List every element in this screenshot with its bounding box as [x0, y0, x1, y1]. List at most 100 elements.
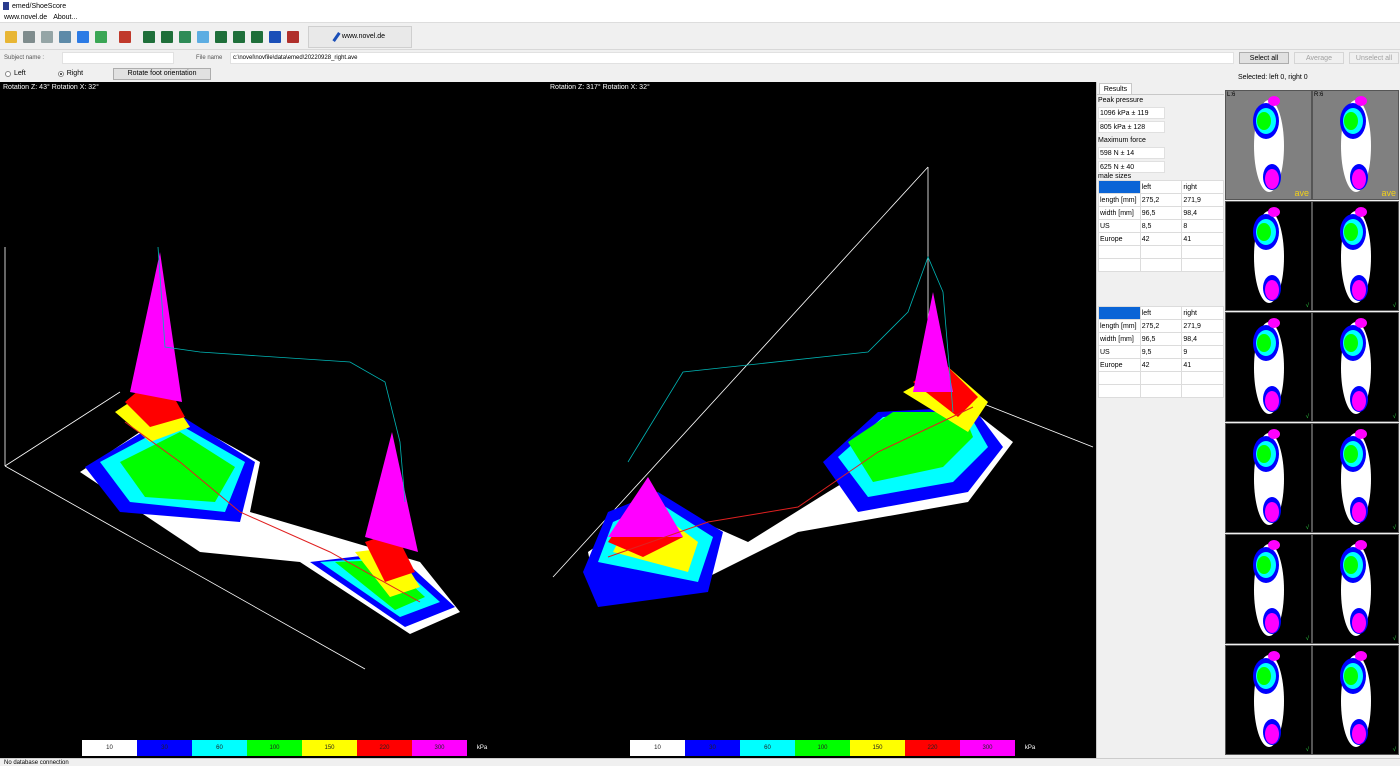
- select-all-button[interactable]: Select all: [1239, 52, 1289, 64]
- analysis-button-4[interactable]: [194, 27, 211, 47]
- status-bar: No database connection: [0, 758, 1400, 766]
- footprint-image: [1340, 96, 1371, 192]
- print-button[interactable]: [38, 27, 55, 47]
- rotate-foot-button[interactable]: Rotate foot orientation: [113, 67, 212, 80]
- legend-cell: 100: [795, 740, 850, 756]
- table-cell: 9,5: [1139, 345, 1183, 359]
- thumbnail-left-4[interactable]: √: [1225, 534, 1312, 644]
- plot-icon: [142, 30, 155, 43]
- thumbnail-right-3[interactable]: √: [1312, 423, 1399, 533]
- print-preview-icon: [58, 30, 71, 43]
- thumbnail-right-4[interactable]: √: [1312, 534, 1399, 644]
- table-cell: 41: [1181, 232, 1224, 246]
- table-cell: 98,4: [1181, 206, 1224, 220]
- analysis-button-2[interactable]: [158, 27, 175, 47]
- right-rotation-label: Rotation Z: 317° Rotation X: 32°: [550, 84, 650, 91]
- legend-cell: 300: [960, 740, 1015, 756]
- menu-item-novel[interactable]: www.novel.de: [4, 14, 47, 21]
- analysis-button-6[interactable]: [230, 27, 247, 47]
- table-cell: 275,2: [1139, 193, 1183, 207]
- table-cell: 98,4: [1181, 332, 1224, 346]
- thumbnail-average-right[interactable]: R:6 ave: [1312, 90, 1399, 200]
- menu-bar: www.novel.de About...: [0, 12, 1400, 23]
- printer-icon: [40, 30, 53, 43]
- 3d-icon: [118, 30, 131, 43]
- footprint-image: [1253, 207, 1284, 303]
- table-row: Europe 42 41: [1098, 358, 1224, 372]
- unselect-all-button[interactable]: Unselect all: [1349, 52, 1399, 64]
- table-row: [1098, 384, 1224, 398]
- legend-cell: 30: [685, 740, 740, 756]
- left-rotation-label: Rotation Z: 43° Rotation X: 32°: [3, 84, 99, 91]
- folder-icon: [4, 30, 17, 43]
- report-button[interactable]: [284, 27, 301, 47]
- view-3d-button[interactable]: [116, 27, 133, 47]
- analysis-button-1[interactable]: [140, 27, 157, 47]
- footprint-image: [1253, 96, 1284, 192]
- footprint-image: [1340, 651, 1371, 747]
- thumbnail-left-3[interactable]: √: [1225, 423, 1312, 533]
- foot-button[interactable]: [92, 27, 109, 47]
- menu-item-about[interactable]: About...: [53, 14, 77, 21]
- tab-results[interactable]: Results: [1099, 83, 1132, 94]
- thumbnail-average-left[interactable]: L:6 ave: [1225, 90, 1312, 200]
- thumbnail-grid: L:6 ave R:6 ave √ √ √ √ √ √ √ √ √ √: [1225, 82, 1400, 758]
- radio-indicator: [5, 70, 11, 77]
- table-cell: length [mm]: [1098, 319, 1141, 333]
- table-header-row: left right: [1098, 306, 1224, 320]
- file-name-field[interactable]: c:\novel\novfile\data\emed\20220928_righ…: [230, 52, 1234, 64]
- table-cell: 96,5: [1139, 206, 1183, 220]
- right-foot-pressure-surface: [583, 292, 1013, 607]
- legend-cell: 60: [740, 740, 795, 756]
- left-radio[interactable]: Left: [5, 70, 26, 77]
- shoe-button[interactable]: [266, 27, 283, 47]
- analysis-button-3[interactable]: [176, 27, 193, 47]
- peak-pressure-left: 1096 kPa ± 119: [1098, 107, 1165, 119]
- left-3d-view[interactable]: [0, 82, 548, 758]
- disk-icon: [22, 30, 35, 43]
- shoe-icon: [268, 30, 281, 43]
- left-foot-pressure-surface: [80, 252, 460, 634]
- thumbnail-left-2[interactable]: √: [1225, 312, 1312, 422]
- table-row: US 9,5 9: [1098, 345, 1224, 359]
- table-cell: 96,5: [1139, 332, 1183, 346]
- legend-cell: 10: [82, 740, 137, 756]
- website-button-label: www.novel.de: [341, 33, 386, 40]
- footprint-image: [1340, 207, 1371, 303]
- open-button[interactable]: [2, 27, 19, 47]
- table-header-cell: left: [1139, 180, 1183, 194]
- legend-cell: 10: [630, 740, 685, 756]
- website-button[interactable]: www.novel.de: [308, 25, 412, 48]
- table-cell: width [mm]: [1098, 206, 1141, 220]
- toolbar: www.novel.de: [0, 24, 1400, 50]
- print-preview-button[interactable]: [56, 27, 73, 47]
- average-button[interactable]: Average: [1294, 52, 1344, 64]
- legend-cell: 300: [412, 740, 467, 756]
- thumbnail-left-1[interactable]: √: [1225, 201, 1312, 311]
- legend-cell: 150: [850, 740, 905, 756]
- table-row: US 8,5 8: [1098, 219, 1224, 233]
- right-3d-view[interactable]: [548, 82, 1096, 758]
- foot-icon: [94, 30, 107, 43]
- thumbnail-left-5[interactable]: √: [1225, 645, 1312, 755]
- thumbnail-right-1[interactable]: √: [1312, 201, 1399, 311]
- table-row: width [mm] 96,5 98,4: [1098, 332, 1224, 346]
- peak-pressure-right: 805 kPa ± 128: [1098, 121, 1165, 133]
- selection-status: Selected: left 0, right 0: [1238, 74, 1308, 81]
- subject-name-input[interactable]: [62, 52, 174, 64]
- analysis-button-5[interactable]: [212, 27, 229, 47]
- table-header-cell: right: [1181, 180, 1224, 194]
- export-button[interactable]: [74, 27, 91, 47]
- right-radio[interactable]: Right: [57, 70, 83, 77]
- size-table-1: left right length [mm] 275,2 271,9 width…: [1098, 180, 1224, 272]
- analysis-button-7[interactable]: [248, 27, 265, 47]
- table-cell: Europe: [1098, 358, 1141, 372]
- right-color-legend: 10 30 60 100 150 220 300 kPa: [630, 740, 1045, 756]
- thumbnail-right-2[interactable]: √: [1312, 312, 1399, 422]
- thumbnail-right-5[interactable]: √: [1312, 645, 1399, 755]
- file-name-label: File name: [196, 55, 223, 61]
- pen-icon: [332, 31, 341, 42]
- max-force-label: Maximum force: [1098, 137, 1146, 144]
- size-table-2: left right length [mm] 275,2 271,9 width…: [1098, 306, 1224, 398]
- save-button[interactable]: [20, 27, 37, 47]
